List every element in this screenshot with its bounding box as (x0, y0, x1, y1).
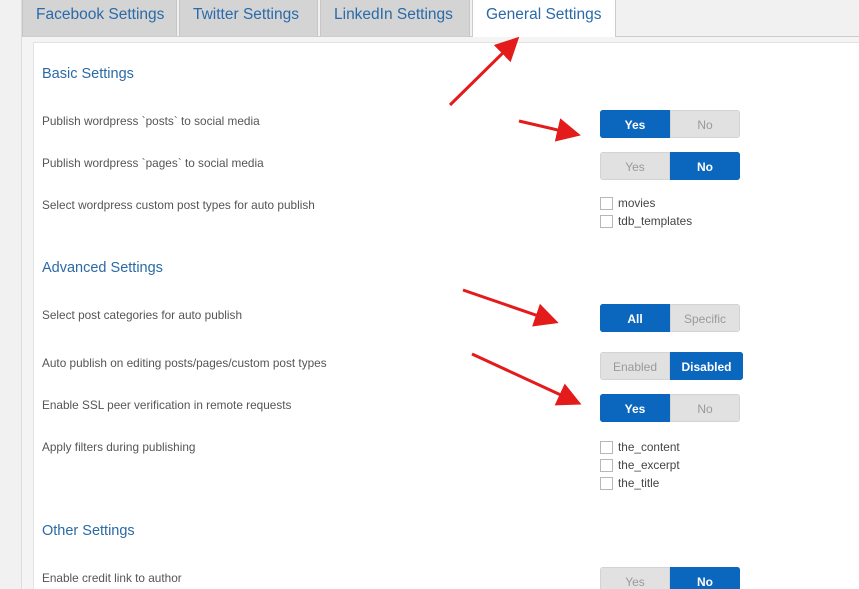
post-categories-toggle: All Specific (600, 304, 740, 332)
post-categories-specific-button[interactable]: Specific (670, 304, 740, 332)
panel-wrapper: Basic Settings Publish wordpress `posts`… (22, 37, 859, 589)
auto-publish-disabled-button[interactable]: Disabled (670, 352, 743, 380)
auto-publish-editing-toggle: Enabled Disabled (600, 352, 743, 380)
label-custom-post-types: Select wordpress custom post types for a… (42, 198, 315, 212)
auto-publish-enabled-button[interactable]: Enabled (600, 352, 670, 380)
checkbox-box[interactable] (600, 214, 613, 228)
checkbox-movies[interactable]: movies (600, 194, 692, 212)
label-credit-link: Enable credit link to author (42, 571, 182, 585)
label-publish-posts: Publish wordpress `posts` to social medi… (42, 114, 260, 128)
section-heading-other: Other Settings (42, 523, 135, 539)
label-post-categories: Select post categories for auto publish (42, 308, 243, 322)
section-heading-basic: Basic Settings (42, 66, 134, 82)
label-ssl-verification: Enable SSL peer verification in remote r… (42, 398, 292, 412)
checkbox-tdb-templates[interactable]: tdb_templates (600, 212, 692, 230)
checkbox-label: tdb_templates (618, 214, 693, 228)
publish-pages-toggle: Yes No (600, 152, 740, 180)
publish-pages-no-button[interactable]: No (670, 152, 740, 180)
label-apply-filters: Apply filters during publishing (42, 440, 196, 454)
publish-posts-toggle: Yes No (600, 110, 740, 138)
publish-posts-no-button[interactable]: No (670, 110, 740, 138)
tab-facebook-settings[interactable]: Facebook Settings (22, 0, 177, 36)
checkbox-label: the_content (618, 440, 680, 454)
checkbox-label: the_excerpt (618, 458, 680, 472)
ssl-verification-yes-button[interactable]: Yes (600, 394, 670, 422)
credit-link-yes-button[interactable]: Yes (600, 567, 670, 589)
post-categories-all-button[interactable]: All (600, 304, 670, 332)
filters-group: the_content the_excerpt the_title (600, 438, 680, 492)
checkbox-box[interactable] (600, 476, 613, 490)
checkbox-the-title[interactable]: the_title (600, 474, 680, 492)
checkbox-box[interactable] (600, 458, 613, 472)
publish-pages-yes-button[interactable]: Yes (600, 152, 670, 180)
credit-link-toggle: Yes No (600, 567, 740, 589)
tab-twitter-settings[interactable]: Twitter Settings (179, 0, 318, 36)
section-heading-advanced: Advanced Settings (42, 260, 163, 276)
label-auto-publish-editing: Auto publish on editing posts/pages/cust… (42, 356, 327, 370)
ssl-verification-toggle: Yes No (600, 394, 740, 422)
left-gutter (0, 0, 22, 589)
checkbox-label: movies (618, 196, 656, 210)
publish-posts-yes-button[interactable]: Yes (600, 110, 670, 138)
tab-general-settings[interactable]: General Settings (472, 0, 616, 37)
label-publish-pages: Publish wordpress `pages` to social medi… (42, 156, 264, 170)
checkbox-box[interactable] (600, 196, 613, 210)
checkbox-box[interactable] (600, 440, 613, 454)
custom-post-types-group: movies tdb_templates (600, 194, 692, 230)
tab-linkedin-settings[interactable]: LinkedIn Settings (320, 0, 470, 36)
general-settings-panel: Basic Settings Publish wordpress `posts`… (33, 42, 859, 589)
checkbox-the-content[interactable]: the_content (600, 438, 680, 456)
credit-link-no-button[interactable]: No (670, 567, 740, 589)
checkbox-label: the_title (618, 476, 660, 490)
settings-page: Facebook Settings Twitter Settings Linke… (0, 0, 859, 589)
ssl-verification-no-button[interactable]: No (670, 394, 740, 422)
checkbox-the-excerpt[interactable]: the_excerpt (600, 456, 680, 474)
settings-tabs: Facebook Settings Twitter Settings Linke… (22, 0, 859, 37)
